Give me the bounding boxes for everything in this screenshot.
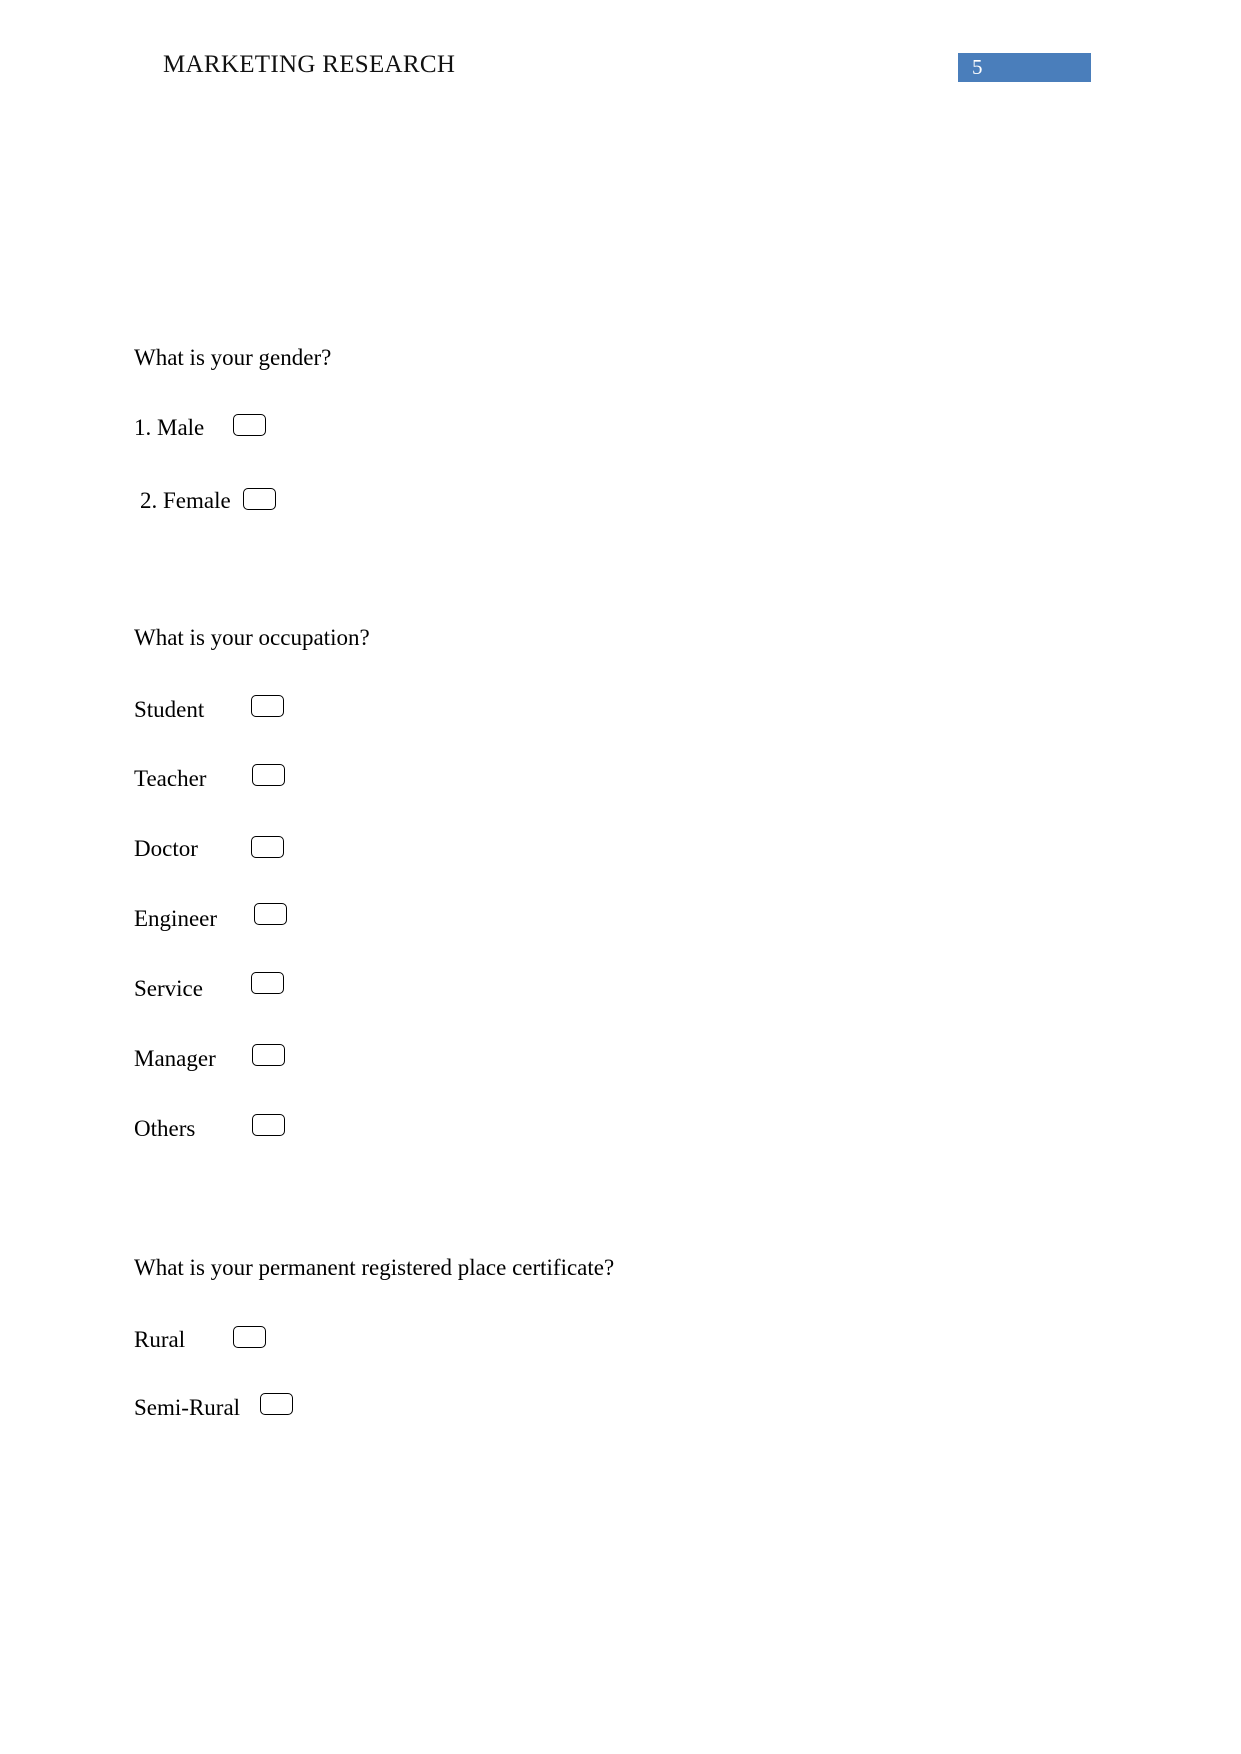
option-label-student: Student [134,697,205,722]
checkbox-manager[interactable] [252,1044,285,1066]
page-header: MARKETING RESEARCH 5 [0,48,1241,90]
checkbox-engineer[interactable] [254,903,287,925]
option-label-service: Service [134,976,203,1001]
checkbox-teacher[interactable] [252,764,285,786]
checkbox-male[interactable] [233,414,266,436]
option-label-female: 2. Female [140,488,231,513]
question-occupation-text: What is your occupation? [134,625,370,650]
checkbox-others[interactable] [252,1114,285,1136]
document-page: MARKETING RESEARCH 5 What is your gender… [0,0,1241,1754]
option-label-others: Others [134,1116,196,1141]
checkbox-doctor[interactable] [251,836,284,858]
option-label-rural: Rural [134,1327,186,1352]
page-number-label: 5 [972,55,983,79]
checkbox-rural[interactable] [233,1326,266,1348]
checkbox-female[interactable] [243,488,276,510]
checkbox-student[interactable] [251,695,284,717]
option-label-engineer: Engineer [134,906,218,931]
option-label-semi-rural: Semi-Rural [134,1395,241,1420]
page-number-badge: 5 [958,53,1091,82]
question-registered-place-text: What is your permanent registered place … [134,1255,615,1280]
document-header-title: MARKETING RESEARCH [163,51,456,78]
option-label-male: 1. Male [134,415,205,440]
question-gender-text: What is your gender? [134,345,332,370]
checkbox-service[interactable] [251,972,284,994]
option-label-doctor: Doctor [134,836,198,861]
option-label-manager: Manager [134,1046,216,1071]
option-label-teacher: Teacher [134,766,207,791]
checkbox-semi-rural[interactable] [260,1393,293,1415]
